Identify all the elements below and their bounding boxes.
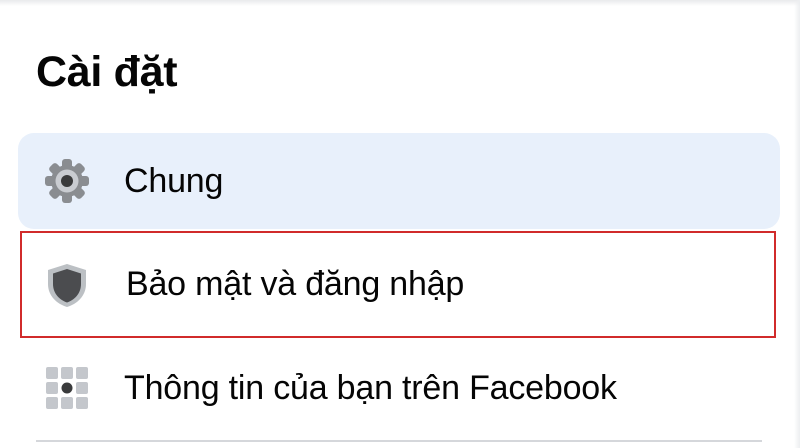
shield-icon [42,260,92,310]
right-edge-shadow [794,0,800,448]
settings-item-general[interactable]: Chung [18,133,780,229]
divider [36,440,762,442]
settings-list: Chung Bảo mật và đăng nhập Thông tin của… [18,133,780,438]
top-edge-shadow [0,0,800,6]
settings-item-label: Chung [124,161,224,200]
settings-item-label: Thông tin của bạn trên Facebook [124,368,617,407]
settings-item-your-facebook-information[interactable]: Thông tin của bạn trên Facebook [18,340,780,436]
settings-item-label: Bảo mật và đăng nhập [126,265,465,303]
grid-icon [42,363,92,413]
settings-item-security-login[interactable]: Bảo mật và đăng nhập [20,231,776,338]
gear-icon [42,156,92,206]
page-title: Cài đặt [36,48,178,96]
